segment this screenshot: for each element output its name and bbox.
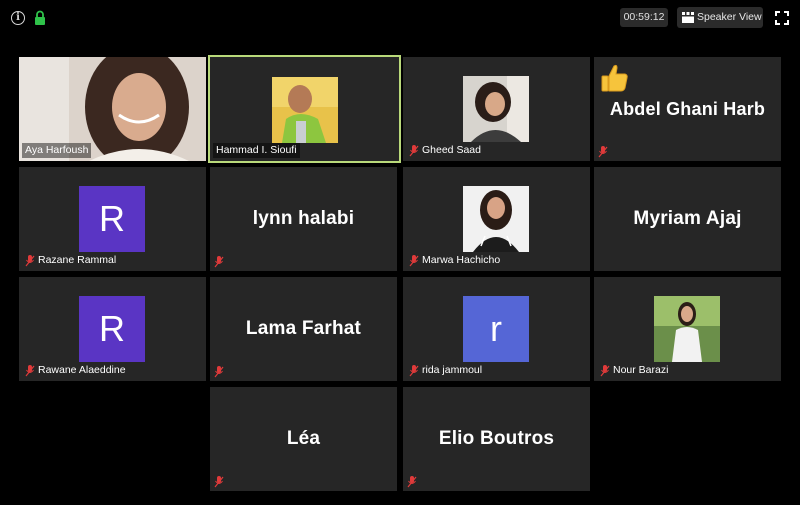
meeting-timer: 00:59:12 [620, 8, 668, 27]
participant-name: rida jammoul [406, 363, 485, 378]
avatar: r [463, 296, 529, 362]
participant-tile-nour-barazi[interactable]: Nour Barazi [594, 277, 781, 381]
muted-mic-icon [598, 146, 608, 158]
participant-display-name: lynn halabi [252, 208, 355, 229]
participant-tile-lama-farhat[interactable]: Lama Farhat [210, 277, 397, 381]
participant-display-name: Lama Farhat [245, 318, 362, 339]
muted-mic-icon [409, 144, 419, 156]
lock-icon[interactable] [34, 10, 46, 26]
participant-video [272, 77, 338, 143]
participant-tile-lea[interactable]: Léa [210, 387, 397, 491]
participant-tile-gheed-saad[interactable]: Gheed Saad [403, 57, 590, 161]
participant-name: Hammad I. Sioufi [213, 143, 300, 158]
participant-tile-abdel-ghani-harb[interactable]: Abdel Ghani Harb [594, 57, 781, 161]
participant-name: Nour Barazi [597, 363, 671, 378]
participant-display-name: Myriam Ajaj [633, 208, 742, 229]
participant-tile-aya-harfoush[interactable]: Aya Harfoush [19, 57, 206, 161]
participant-name: Rawane Alaeddine [22, 363, 129, 378]
avatar: R [79, 296, 145, 362]
muted-mic-icon [214, 476, 224, 488]
participant-tile-marwa-hachicho[interactable]: Marwa Hachicho [403, 167, 590, 271]
fullscreen-icon[interactable] [775, 11, 789, 25]
muted-mic-icon [214, 366, 224, 378]
speaker-view-icon [682, 12, 694, 23]
muted-mic-icon [409, 254, 419, 266]
participant-video [463, 186, 529, 252]
participant-name: Aya Harfoush [22, 143, 92, 158]
participant-tile-rida-jammoul[interactable]: r rida jammoul [403, 277, 590, 381]
participant-video [654, 296, 720, 362]
info-icon[interactable]: i [11, 11, 25, 25]
participant-tile-rawane-alaeddine[interactable]: R Rawane Alaeddine [19, 277, 206, 381]
speaker-view-label: Speaker View [697, 11, 762, 23]
muted-mic-icon [409, 364, 419, 376]
muted-mic-icon [600, 364, 610, 376]
participant-tile-elio-boutros[interactable]: Elio Boutros [403, 387, 590, 491]
top-bar: i 00:59:12 Speaker View [0, 0, 800, 36]
participant-tile-hammad-sioufi[interactable]: Hammad I. Sioufi [208, 55, 401, 163]
muted-mic-icon [25, 364, 35, 376]
speaker-view-button[interactable]: Speaker View [677, 7, 763, 28]
muted-mic-icon [25, 254, 35, 266]
muted-mic-icon [214, 256, 224, 268]
participant-name: Razane Rammal [22, 253, 119, 268]
muted-mic-icon [407, 476, 417, 488]
participant-video [463, 76, 529, 142]
participant-tile-razane-rammal[interactable]: R Razane Rammal [19, 167, 206, 271]
participant-tile-lynn-halabi[interactable]: lynn halabi [210, 167, 397, 271]
participant-name: Gheed Saad [406, 143, 484, 158]
participant-tile-myriam-ajaj[interactable]: Myriam Ajaj [594, 167, 781, 271]
participant-display-name: Elio Boutros [438, 428, 555, 449]
participant-display-name: Léa [286, 428, 321, 449]
avatar: R [79, 186, 145, 252]
participant-display-name: Abdel Ghani Harb [609, 98, 766, 119]
participant-name: Marwa Hachicho [406, 253, 503, 268]
